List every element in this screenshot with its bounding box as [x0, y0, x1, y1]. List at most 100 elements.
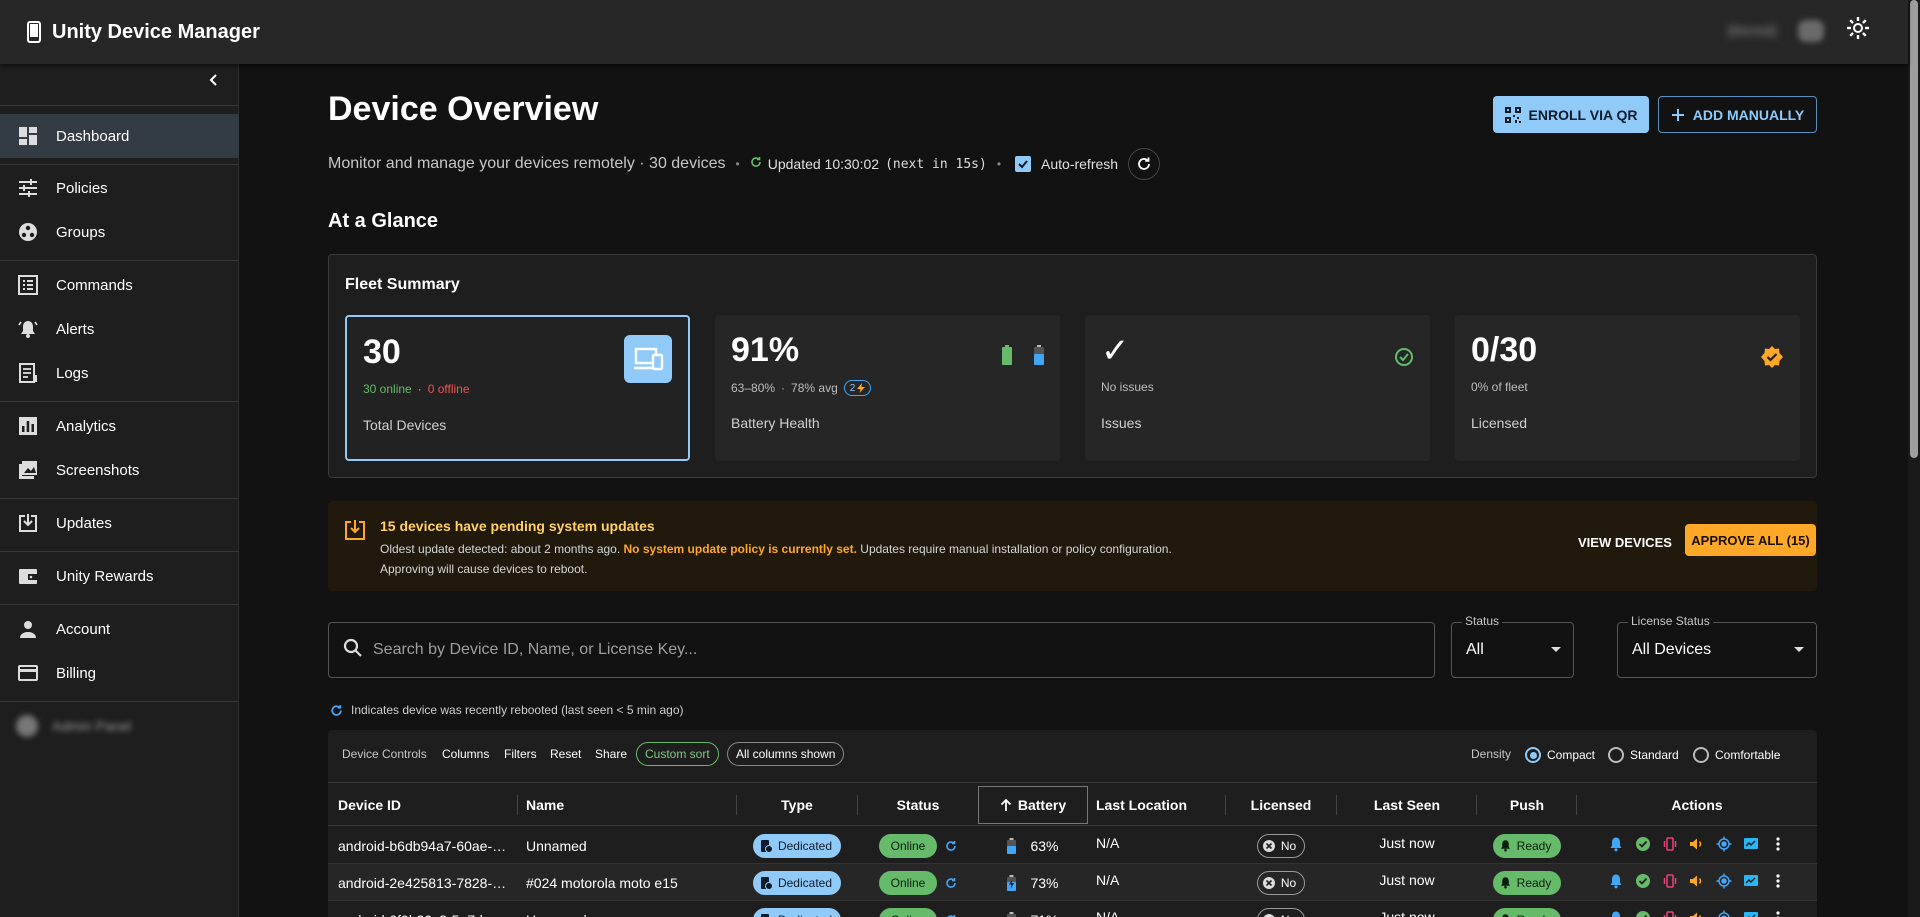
sidebar-item-label: Alerts [56, 321, 95, 338]
density-standard-radio[interactable]: Standard [1608, 747, 1679, 763]
sidebar-item-commands[interactable]: Commands [0, 263, 239, 307]
status-select[interactable]: Status All [1451, 614, 1574, 678]
qr-code-icon [1504, 106, 1521, 123]
offline-count: 0 offline [427, 382, 470, 396]
sidebar-item-billing[interactable]: Billing [0, 651, 239, 695]
column-header-licensed[interactable]: Licensed [1226, 783, 1336, 827]
battery-health-card[interactable]: 91% 63–80% · 78% avg 2 Battery Health [715, 315, 1060, 461]
sidebar-item-updates[interactable]: Updates [0, 501, 239, 545]
sidebar-item-logs[interactable]: Logs [0, 351, 239, 395]
issues-card[interactable]: ✓ No issues Issues [1085, 315, 1430, 461]
column-header-device-id[interactable]: Device ID [338, 783, 508, 827]
total-devices-card[interactable]: 30 30 online · 0 offline Total Devices [345, 315, 690, 461]
more-vert-icon[interactable] [1770, 836, 1786, 855]
column-header-name[interactable]: Name [526, 783, 696, 827]
volume-icon[interactable] [1689, 836, 1705, 855]
table-row[interactable]: android-2e425813-7828-… #024 motorola mot… [328, 864, 1817, 901]
avatar[interactable] [1798, 19, 1824, 42]
avatar [16, 715, 38, 737]
updated-time: Updated 10:30:02 [767, 156, 880, 172]
all-columns-chip[interactable]: All columns shown [727, 742, 845, 766]
filters-button[interactable]: Filters [504, 747, 537, 761]
device-id-cell[interactable]: android-2e425813-7828-… [338, 864, 516, 901]
sidebar-item-account[interactable]: Account [0, 607, 239, 651]
vibrate-icon[interactable] [1662, 910, 1678, 917]
custom-sort-chip[interactable]: Custom sort [636, 742, 719, 766]
reboot-note: Indicates device was recently rebooted (… [330, 703, 684, 717]
dropdown-arrow-icon [1551, 647, 1561, 652]
sidebar-item-label: Logs [56, 365, 89, 382]
auto-refresh-label[interactable]: Auto-refresh [1041, 156, 1118, 172]
battery-avg: 78% avg [791, 381, 838, 395]
search-input[interactable] [373, 630, 1434, 670]
locate-icon[interactable] [1716, 873, 1732, 892]
screen-icon[interactable] [1743, 873, 1759, 892]
column-header-type[interactable]: Type [737, 783, 857, 827]
licensed-card[interactable]: 0/30 0% of fleet Licensed [1455, 315, 1800, 461]
chevron-left-icon[interactable] [206, 72, 222, 93]
sidebar-item-analytics[interactable]: Analytics [0, 404, 239, 448]
vibrate-icon[interactable] [1662, 836, 1678, 855]
add-manually-button[interactable]: ADD MANUALLY [1658, 96, 1817, 133]
column-header-actions: Actions [1671, 797, 1723, 813]
enroll-qr-button[interactable]: ENROLL VIA QR [1493, 96, 1649, 133]
column-header-last-location[interactable]: Last Location [1096, 783, 1226, 827]
notify-icon[interactable] [1608, 836, 1624, 855]
vibrate-icon[interactable] [1662, 873, 1678, 892]
scrollbar-thumb[interactable] [1910, 0, 1918, 458]
screen-icon[interactable] [1743, 910, 1759, 917]
check-circle-icon[interactable] [1635, 836, 1651, 855]
share-button[interactable]: Share [595, 747, 627, 761]
density-comfortable-radio[interactable]: Comfortable [1693, 747, 1780, 763]
alert-description: Oldest update detected: about 2 months a… [380, 542, 1172, 576]
screen-icon[interactable] [1743, 836, 1759, 855]
online-count: 30 online [363, 382, 412, 396]
notify-icon[interactable] [1608, 873, 1624, 892]
refresh-button[interactable] [1128, 148, 1161, 180]
column-header-last-seen[interactable]: Last Seen [1337, 783, 1477, 827]
sidebar-item-dashboard[interactable]: Dashboard [0, 114, 239, 158]
next-refresh: (next in 15s) [885, 156, 987, 172]
sidebar-item-screenshots[interactable]: Screenshots [0, 448, 239, 492]
view-devices-button[interactable]: VIEW DEVICES [1578, 525, 1672, 559]
sidebar-user[interactable]: Admin Panel [16, 715, 131, 737]
page-scrollbar[interactable] [1908, 0, 1920, 917]
type-badge: Dedicated [752, 907, 842, 917]
column-header-battery[interactable]: Battery [978, 786, 1088, 824]
sidebar-collapse [0, 64, 239, 106]
density-compact-radio[interactable]: Compact [1525, 747, 1595, 763]
theme-toggle-icon[interactable] [1846, 16, 1870, 45]
battery-full-icon [1002, 345, 1012, 365]
locate-icon[interactable] [1716, 910, 1732, 917]
sidebar-item-unity-rewards[interactable]: Unity Rewards [0, 554, 239, 598]
column-header-status[interactable]: Status [858, 783, 978, 827]
card-icon [18, 663, 38, 683]
auto-refresh-checkbox[interactable] [1015, 156, 1032, 172]
device-id-cell[interactable]: android-b6db94a7-60ae-… [338, 827, 516, 864]
table-row[interactable]: android-0f9b30c2-5e7d-… Unnamed Dedicated O… [328, 901, 1817, 917]
table-row[interactable]: android-b6db94a7-60ae-… Unnamed Dedicated O… [328, 827, 1817, 864]
check-circle-icon[interactable] [1635, 910, 1651, 917]
blurred-user-name[interactable]: [blurred] [1728, 23, 1776, 38]
more-vert-icon[interactable] [1770, 910, 1786, 917]
approve-all-button[interactable]: APPROVE ALL (15) [1685, 524, 1816, 556]
reset-button[interactable]: Reset [550, 747, 581, 761]
sidebar-item-alerts[interactable]: Alerts [0, 307, 239, 351]
columns-button[interactable]: Columns [442, 747, 489, 761]
notify-icon[interactable] [1608, 910, 1624, 917]
device-id-cell[interactable]: android-0f9b30c2-5e7d-… [338, 901, 516, 917]
license-status-select[interactable]: License Status All Devices [1617, 614, 1817, 678]
devices-icon [624, 335, 672, 388]
sidebar-item-policies[interactable]: Policies [0, 166, 239, 210]
sync-icon [750, 155, 762, 173]
check-circle-icon[interactable] [1635, 873, 1651, 892]
more-vert-icon[interactable] [1770, 873, 1786, 892]
locate-icon[interactable] [1716, 836, 1732, 855]
column-header-push[interactable]: Push [1477, 783, 1577, 827]
volume-icon[interactable] [1689, 873, 1705, 892]
sidebar-item-groups[interactable]: Groups [0, 210, 239, 254]
plus-icon [1671, 108, 1684, 121]
analytics-icon [18, 416, 38, 436]
volume-icon[interactable] [1689, 910, 1705, 917]
sidebar-item-label: Policies [56, 180, 108, 197]
